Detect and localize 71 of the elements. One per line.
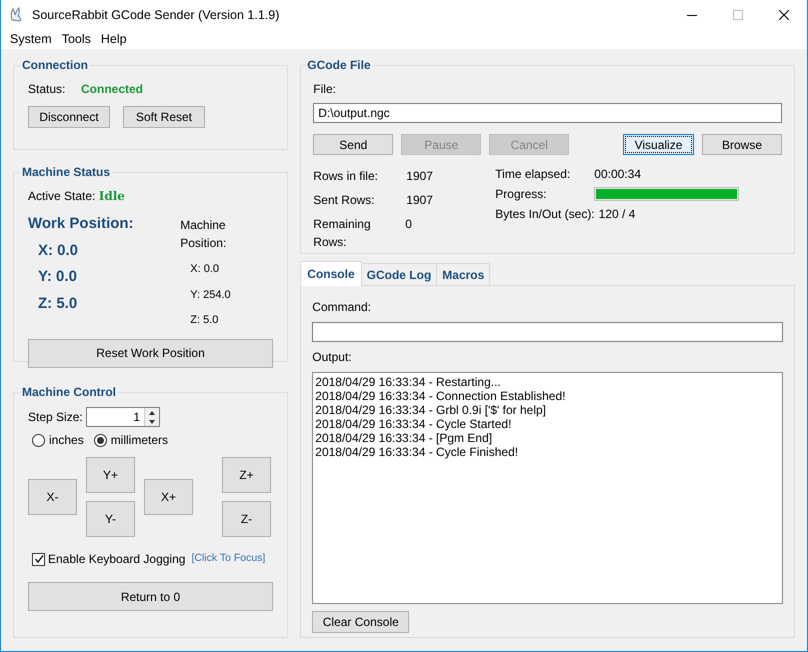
step-size-spinner[interactable]: 1	[86, 407, 160, 427]
group-title: Machine Control	[21, 385, 118, 399]
work-position-value: X: 0.0	[38, 240, 80, 260]
status-label: Status:	[28, 81, 66, 98]
stat-label: Rows in file:	[313, 168, 379, 185]
radio-button[interactable]	[94, 434, 107, 446]
step-size-label: Step Size:	[28, 409, 84, 426]
tab[interactable]: Macros	[436, 263, 490, 286]
file-button[interactable]: Send	[313, 134, 394, 155]
connection-button[interactable]: Soft Reset	[123, 106, 205, 128]
log-line: 2018/04/29 16:33:34 - Cycle Finished!	[315, 445, 520, 459]
tab[interactable]: Console	[300, 261, 362, 286]
stat-label: Bytes In/Out (sec):	[495, 206, 595, 223]
work-position-label: Work Position:	[28, 214, 135, 234]
unit-label: inches	[49, 432, 84, 449]
spinner-arrows-icon[interactable]	[148, 410, 156, 424]
return-to-zero-button[interactable]: Return to 0	[28, 582, 273, 611]
file-button[interactable]: Browse	[702, 134, 782, 155]
active-state-value: Idle	[98, 189, 125, 203]
jog-button[interactable]: X+	[144, 479, 193, 515]
output-label: Output:	[312, 349, 353, 366]
stat-value: 1907	[406, 168, 433, 185]
maximize-icon	[733, 10, 743, 20]
menu-item[interactable]: System	[5, 30, 57, 49]
stat-label: Remaining Rows:	[313, 216, 372, 251]
log-line: 2018/04/29 16:33:34 - Connection Established!	[315, 389, 566, 403]
log-line: 2018/04/29 16:33:34 - Grbl 0.9i ['$' for help]	[315, 403, 548, 417]
work-position-value: Z: 5.0	[38, 294, 78, 314]
jog-button[interactable]: Y+	[86, 457, 135, 493]
menu-item[interactable]: Help	[96, 30, 132, 49]
jog-button[interactable]: Z+	[222, 457, 271, 493]
machine-position-label: Machine Position:	[180, 217, 228, 252]
stat-label: Time elapsed:	[495, 166, 572, 183]
log-line: 2018/04/29 16:33:34 - Cycle Started!	[315, 417, 512, 431]
machine-position-value: Z: 5.0	[190, 313, 220, 328]
machine-position-value: Y: 254.0	[190, 288, 232, 302]
active-state-label: Active State:	[28, 189, 96, 203]
window-title: SourceRabbit GCode Sender (Version 1.1.9)	[32, 6, 280, 24]
unit-label: millimeters	[110, 432, 168, 449]
stat-value: 1907	[406, 192, 433, 209]
checkbox[interactable]	[32, 552, 45, 566]
stat-value: 120 / 4	[598, 206, 636, 223]
command-label: Command:	[312, 299, 372, 316]
machine-position-value: X: 0.0	[190, 262, 220, 277]
stat-label: Sent Rows:	[313, 192, 376, 209]
work-position-value: Y: 0.0	[38, 267, 78, 287]
click-to-focus-link[interactable]: [Click To Focus]	[191, 551, 266, 567]
jog-button[interactable]: X-	[28, 479, 77, 515]
radio-button[interactable]	[32, 434, 45, 446]
file-path-field[interactable]: D:\output.ngc	[313, 103, 782, 123]
menu-item[interactable]: Tools	[56, 30, 96, 49]
group-title: GCode File	[306, 58, 372, 72]
stat-value: 0	[405, 216, 412, 233]
command-field[interactable]	[312, 322, 783, 342]
reset-work-position-button[interactable]: Reset Work Position	[28, 338, 273, 368]
keyboard-jogging-label: Enable Keyboard Jogging	[48, 551, 186, 568]
file-label: File:	[313, 81, 337, 98]
status-value: Connected	[81, 81, 144, 98]
jog-button[interactable]: Z-	[222, 501, 271, 537]
log-line: 2018/04/29 16:33:34 - [Pgm End]	[315, 431, 494, 445]
group-title: Connection	[21, 58, 89, 72]
file-button[interactable]: Visualize	[623, 134, 694, 155]
connection-button[interactable]: Disconnect	[28, 106, 110, 128]
close-icon	[779, 10, 789, 20]
group-title: Machine Status	[21, 165, 112, 179]
stat-label: Progress:	[495, 186, 548, 203]
stat-value: 00:00:34	[594, 166, 641, 183]
clear-console-button[interactable]: Clear Console	[312, 611, 410, 633]
check-icon	[34, 554, 44, 564]
log-line: 2018/04/29 16:33:34 - Restarting...	[315, 375, 502, 389]
jog-button[interactable]: Y-	[86, 501, 135, 537]
